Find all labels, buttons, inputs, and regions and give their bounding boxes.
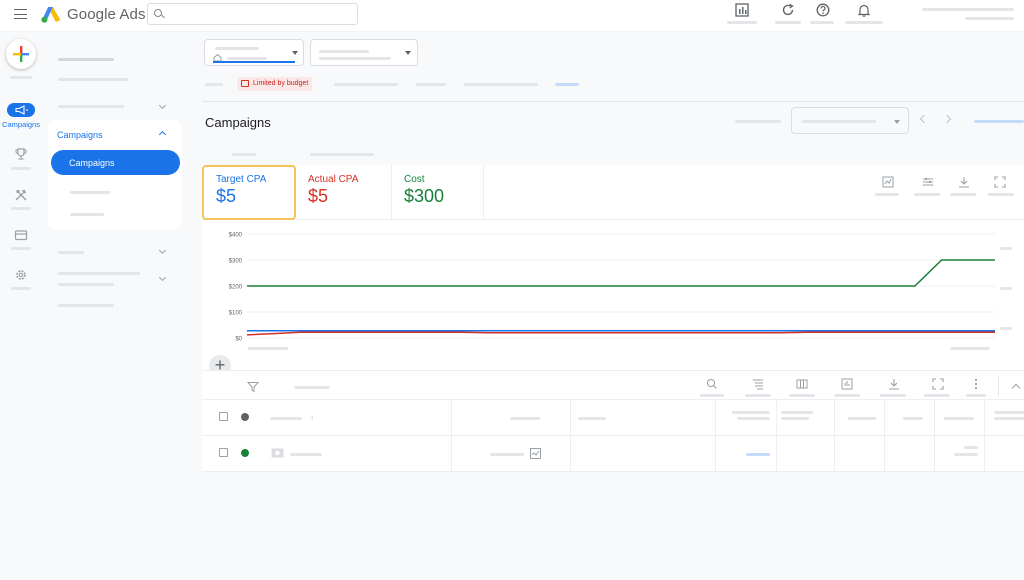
page-menu-sidebar: Campaigns Campaigns — [42, 32, 192, 580]
scorecard-cost[interactable]: Cost $300 — [392, 165, 484, 220]
menu-icon[interactable] — [14, 9, 27, 19]
next-period-icon[interactable] — [942, 114, 952, 124]
top-app-bar: Google Ads — [0, 0, 1024, 32]
dropdown-arrow-icon — [292, 51, 298, 55]
edit-chart-icon[interactable] — [530, 448, 541, 459]
adjust-metrics-icon[interactable] — [922, 176, 934, 188]
search-input[interactable] — [147, 3, 358, 25]
scorecard-actual-cpa[interactable]: Actual CPA $5 — [296, 165, 392, 220]
budget-chip-label: Limited by budget — [253, 80, 309, 87]
scorecard-label: Cost — [404, 174, 425, 185]
y-tick-label: $300 — [229, 259, 243, 265]
rail-item-campaigns[interactable] — [7, 103, 35, 117]
filter-icon[interactable] — [247, 381, 259, 393]
performance-chart: $400 $300 $200 $100 $0 — [202, 220, 1024, 370]
y-tick-label: $200 — [229, 285, 243, 291]
download-icon[interactable] — [888, 378, 900, 390]
reports-icon[interactable] — [841, 378, 853, 390]
scorecard-label: Actual CPA — [308, 174, 359, 185]
reports-icon[interactable] — [735, 3, 749, 17]
sidebar-item-campaigns[interactable]: Campaigns — [51, 150, 180, 175]
budget-warning-icon — [241, 80, 249, 87]
expand-icon[interactable] — [932, 378, 944, 390]
notifications-icon[interactable] — [857, 3, 871, 17]
table-header-row: ↑ — [202, 400, 1024, 436]
series-line-2 — [246, 331, 995, 336]
scorecard-target-cpa[interactable]: Target CPA $5 — [202, 165, 296, 220]
navigation-rail: Campaigns — [0, 32, 42, 580]
rail-item-campaigns-label: Campaigns — [2, 120, 40, 129]
brand-name: Google Ads — [67, 6, 146, 23]
scorecard-value: $300 — [404, 186, 445, 206]
tools-icon[interactable] — [14, 188, 28, 202]
chevron-down-icon[interactable] — [158, 273, 167, 282]
series-line-0 — [247, 259, 995, 287]
search-icon[interactable] — [706, 378, 718, 390]
chevron-down-icon[interactable] — [158, 246, 167, 255]
scorecard-label: Target CPA — [216, 174, 267, 185]
table-toolbar — [202, 370, 1024, 400]
limited-by-budget-badge[interactable]: Limited by budget — [237, 77, 313, 91]
sidebar-section-campaigns[interactable]: Campaigns — [57, 130, 103, 140]
goals-trophy-icon[interactable] — [14, 147, 28, 161]
campaign-type-icon — [271, 448, 284, 458]
download-icon[interactable] — [958, 176, 970, 188]
sort-arrow-icon[interactable]: ↑ — [310, 413, 314, 422]
columns-icon[interactable] — [796, 378, 808, 390]
line-chart: $400 $300 $200 $100 $0 — [229, 233, 995, 343]
page-title: Campaigns — [205, 115, 271, 130]
create-button[interactable] — [6, 39, 36, 69]
account-selector-dropdown[interactable] — [204, 39, 304, 66]
expand-icon[interactable] — [994, 176, 1006, 188]
search-icon — [154, 9, 162, 17]
previous-period-icon[interactable] — [919, 114, 929, 124]
plus-icon — [13, 46, 29, 62]
scorecard-value: $5 — [308, 186, 329, 206]
collapse-table-icon[interactable] — [1011, 383, 1021, 393]
megaphone-icon — [15, 105, 28, 115]
y-tick-label: $0 — [235, 337, 242, 343]
table-row[interactable] — [202, 436, 1024, 472]
chevron-up-icon[interactable] — [158, 130, 167, 139]
sidebar-campaigns-group: Campaigns Campaigns — [48, 120, 182, 230]
y-tick-label: $400 — [229, 233, 243, 239]
date-range-dropdown[interactable] — [791, 107, 909, 134]
billing-card-icon[interactable] — [14, 228, 28, 242]
sidebar-item-label: Campaigns — [69, 158, 115, 168]
chevron-down-icon[interactable] — [158, 101, 167, 110]
google-ads-logo-icon — [41, 6, 61, 23]
row-checkbox[interactable] — [219, 448, 228, 457]
select-all-checkbox[interactable] — [219, 412, 228, 421]
y-tick-label: $100 — [229, 311, 243, 317]
dropdown-arrow-icon — [894, 120, 900, 124]
more-options-icon[interactable] — [970, 378, 982, 390]
help-icon[interactable] — [816, 3, 830, 17]
scorecards-bar: Target CPA $5 Actual CPA $5 Cost $300 — [202, 165, 1024, 220]
refresh-icon[interactable] — [781, 3, 795, 17]
status-dot-icon[interactable] — [241, 449, 249, 457]
chart-type-icon[interactable] — [882, 176, 894, 188]
admin-gear-icon[interactable] — [14, 268, 28, 282]
campaign-filter-dropdown[interactable] — [310, 39, 418, 66]
segment-icon[interactable] — [752, 378, 764, 390]
scorecard-value: $5 — [216, 186, 237, 206]
status-dot-icon[interactable] — [241, 413, 249, 421]
dropdown-arrow-icon — [405, 51, 411, 55]
main-content: Limited by budget Campaigns Target CPA $… — [202, 32, 1024, 580]
